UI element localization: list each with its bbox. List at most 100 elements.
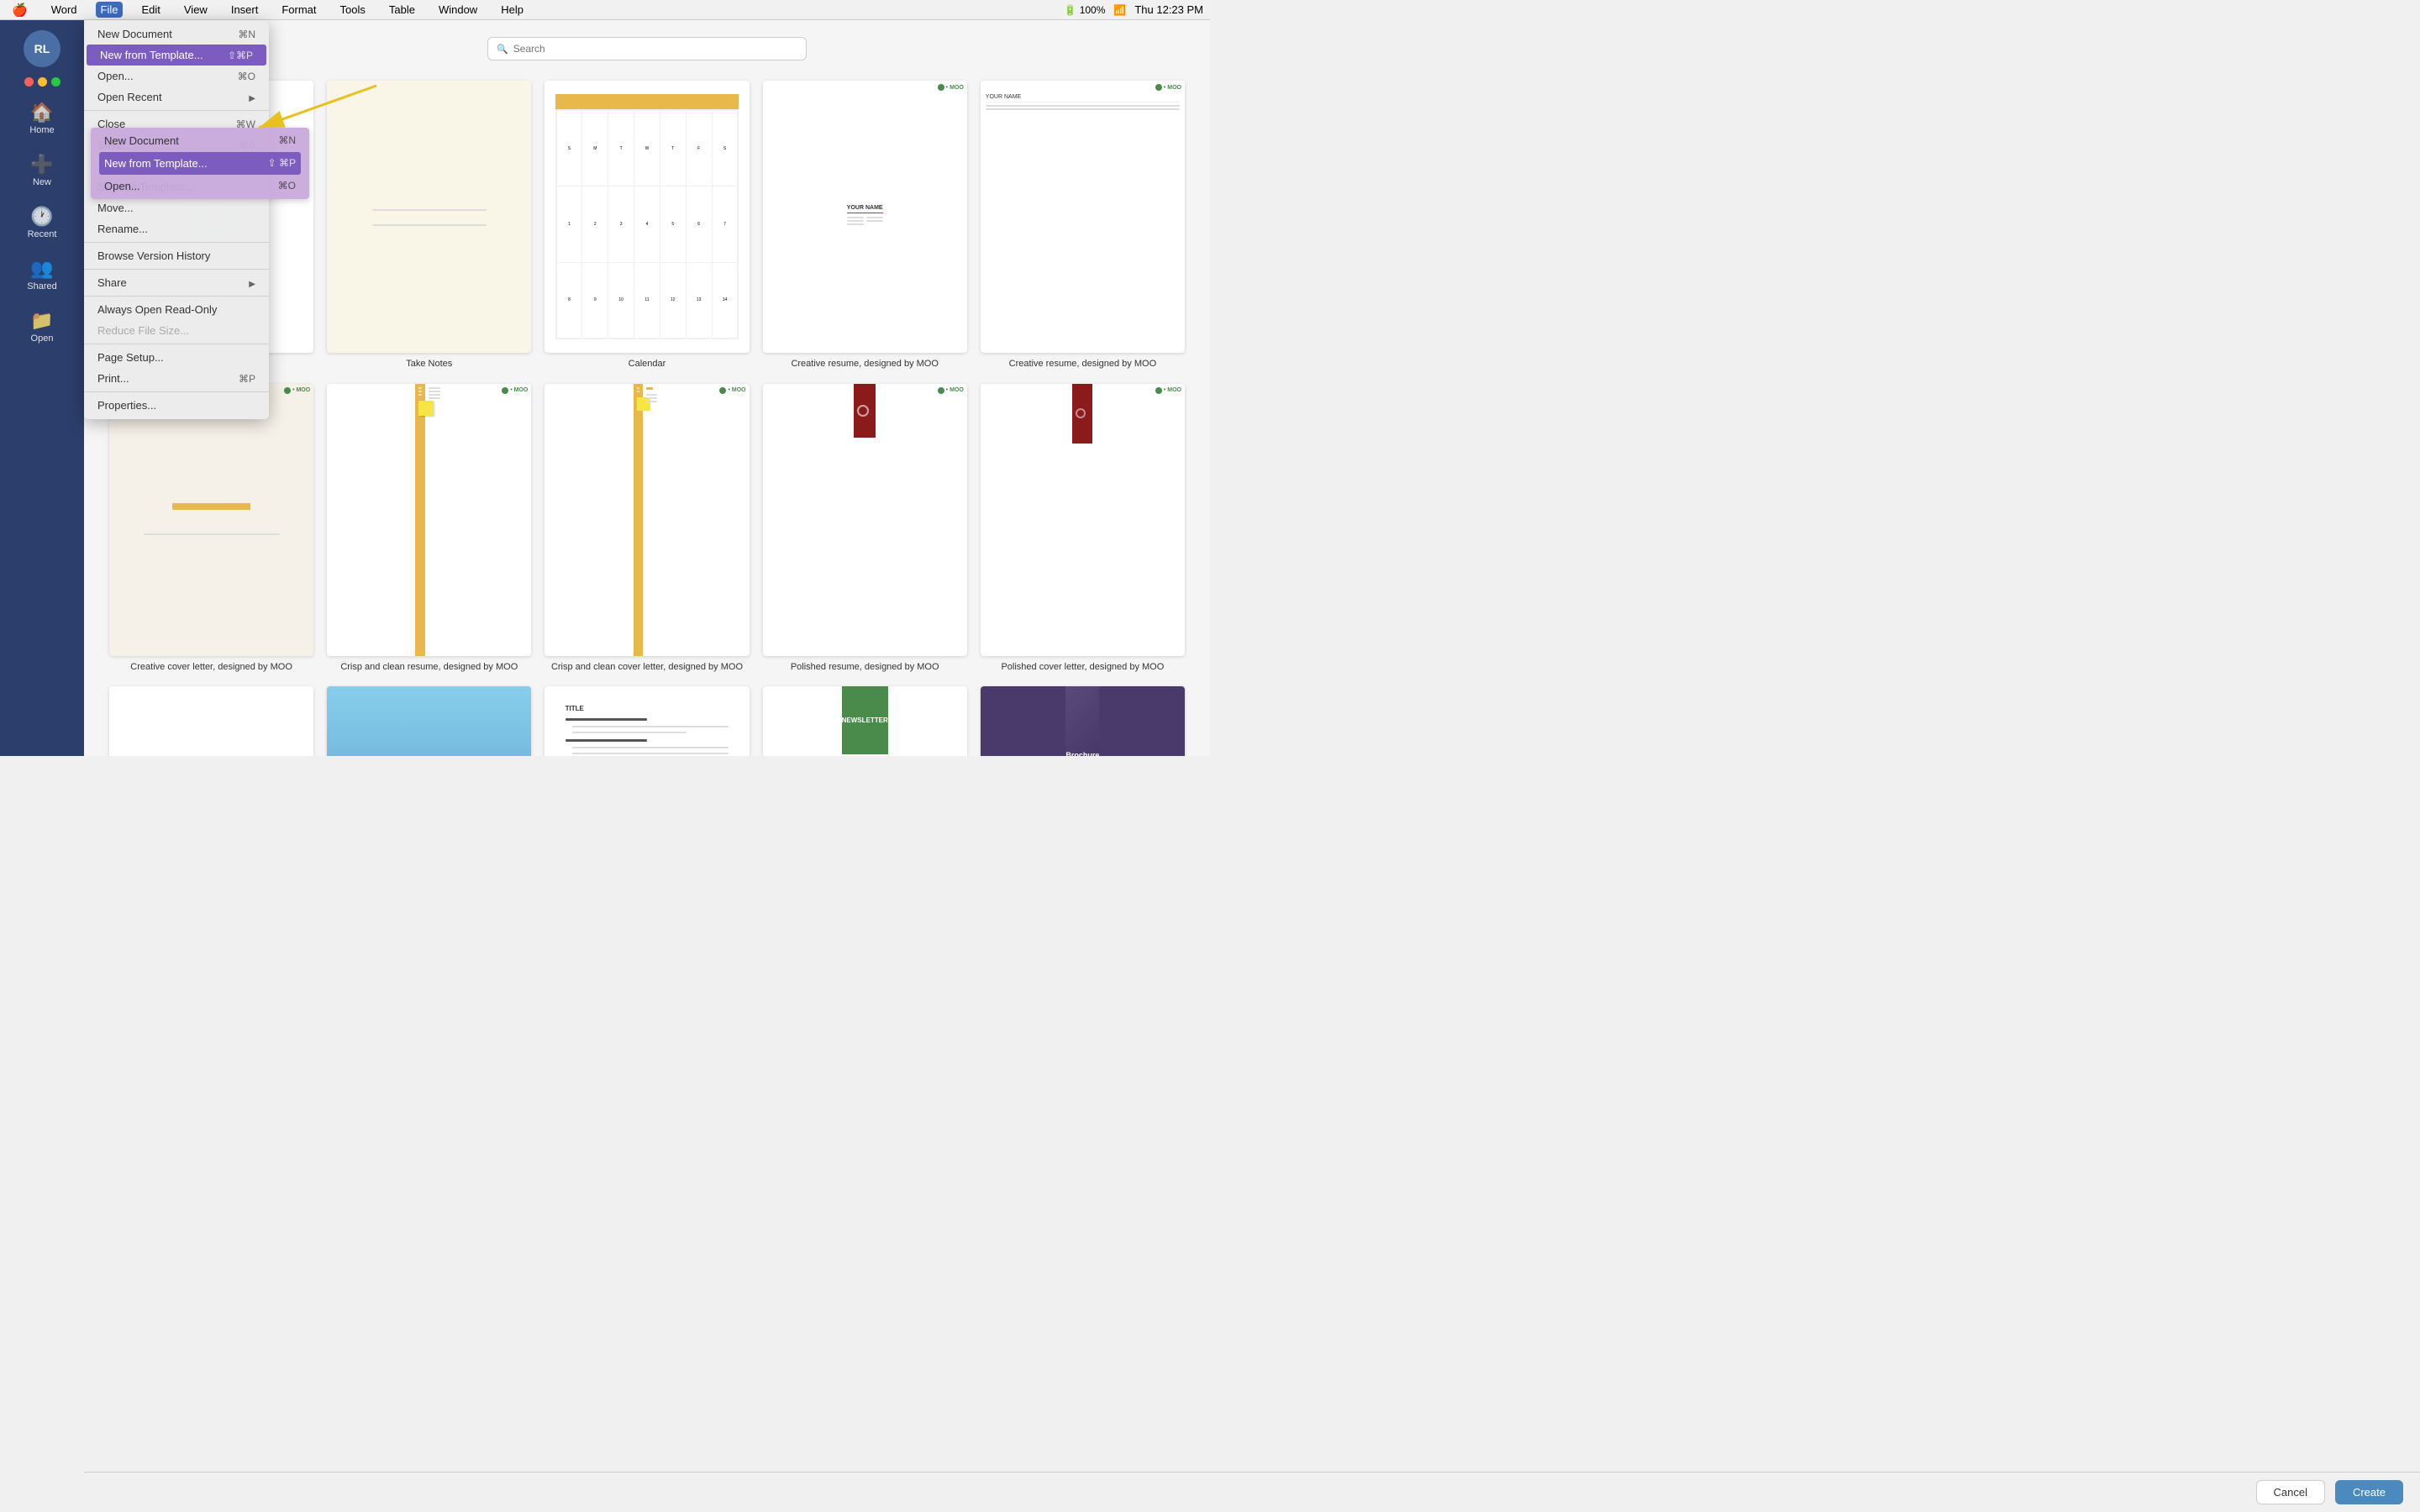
template-name-polished-cover: Polished cover letter, designed by MOO [1001,661,1164,673]
search-bar-container: 🔍 [109,37,1185,60]
cal-cell-1: S [557,111,582,186]
cal-cell-15: 8 [557,263,582,338]
template-misc-1[interactable]: • MOO YOUR NAME Creative resume, designe… [981,81,1185,370]
clock: Thu 12:23 PM [1134,3,1203,16]
cal-cell-9: 2 [582,186,608,261]
crisp-right-col [425,384,444,656]
moo-dot [938,84,944,91]
cal-cell-8: 1 [557,186,582,261]
callout-new-template-item[interactable]: New from Template... ⇧ ⌘P [99,152,301,175]
m-line-1 [986,105,1180,107]
maximize-button[interactable] [51,77,60,87]
cal-cell-11: 4 [634,186,660,261]
wifi-icon: 📶 [1113,4,1126,16]
menu-new-template[interactable]: New from Template... ⇧⌘P [87,45,266,66]
template-name-misc-1: Creative resume, designed by MOO [1009,358,1156,370]
menubar-word[interactable]: Word [46,2,82,18]
moo-text: • MOO [946,85,964,91]
r-line-5 [866,220,883,222]
template-outline[interactable]: TITLE Create an Outline [544,686,749,756]
template-newsletter[interactable]: NEWSLETTER [763,686,967,756]
menubar-view[interactable]: View [179,2,213,18]
sidebar-item-shared[interactable]: 👥 Shared [0,251,84,300]
menubar-file[interactable]: File [96,2,124,18]
sidebar-label-recent: Recent [28,229,57,239]
minimize-button[interactable] [38,77,47,87]
brochure-title-block: Brochure Title [1065,751,1099,756]
menubar-help[interactable]: Help [496,2,529,18]
journal-inner: Title Heading 1 [327,686,531,756]
moo-text-ccl: • MOO [728,387,745,393]
menu-rename[interactable]: Rename... [84,218,269,239]
menubar-window[interactable]: Window [434,2,482,18]
outline-item-4 [572,753,729,754]
sidebar-item-open[interactable]: 📁 Open [0,303,84,352]
avatar[interactable]: RL [24,30,60,67]
moo-badge-ccl: • MOO [719,387,745,394]
menu-move[interactable]: Move... [84,197,269,218]
menu-new-document[interactable]: New Document ⌘N [84,24,269,45]
menu-open-recent[interactable]: Open Recent [84,87,269,108]
moo-dot-5 [1155,84,1162,91]
template-polished-cover[interactable]: • MOO Polished cover l [981,384,1185,674]
template-thumb-polished-cover: • MOO [981,384,1185,656]
menu-page-setup[interactable]: Page Setup... [84,347,269,368]
resume-right-col [866,217,883,227]
sidebar-item-new[interactable]: ➕ New [0,147,84,196]
template-thumb-list: Make a list... [109,686,313,756]
menubar-tools[interactable]: Tools [335,2,371,18]
menu-share[interactable]: Share [84,272,269,293]
template-thumb-misc-1: • MOO YOUR NAME [981,81,1185,353]
shared-icon: 👥 [30,260,53,278]
resume-left-col [847,217,864,227]
menu-move-label: Move... [97,202,134,214]
brochure-top-section: Brochure Title [1065,686,1099,756]
close-button[interactable] [24,77,34,87]
brochure-title-text: Brochure [1065,751,1099,756]
template-crisp-resume[interactable]: • MOO [327,384,531,674]
menu-bar: 🍎 Word File Edit View Insert Format Tool… [0,0,1210,20]
menubar-table[interactable]: Table [384,2,420,18]
template-creative-resume[interactable]: • MOO YOUR NAME [763,81,967,370]
create-button[interactable]: Create [2335,1480,2403,1504]
menu-open-recent-arrow [249,92,255,103]
template-calendar[interactable]: JANYEAR S M T W T F S 1 2 3 [544,81,749,370]
cancel-button[interactable]: Cancel [2256,1480,2325,1504]
cal-body: S M T W T F S 1 2 3 4 5 6 [555,109,739,339]
template-journal[interactable]: Title Heading 1 Write a Journal [327,686,531,756]
template-thumb-creative-cover: • MOO [109,384,313,656]
template-creative-cover[interactable]: • MOO Creative cover letter, designed by… [109,384,313,674]
r-line-1 [847,217,864,218]
cal-cell-12: 5 [660,186,686,261]
template-brochure[interactable]: Brochure Title Subtitle Brochure [981,686,1185,756]
sidebar-item-home[interactable]: 🏠 Home [0,95,84,144]
outline-header-bar-1 [566,718,647,721]
template-list[interactable]: Make a list... [109,686,313,756]
menu-properties-label: Properties... [97,399,156,412]
moo-text-5: • MOO [1164,85,1181,91]
sidebar-item-recent[interactable]: 🕐 Recent [0,199,84,248]
ccl-line-2 [646,397,657,399]
menu-always-read-only[interactable]: Always Open Read-Only [84,299,269,320]
menubar-format[interactable]: Format [276,2,321,18]
new-icon: ➕ [30,155,53,174]
menubar-insert[interactable]: Insert [226,2,264,18]
search-input[interactable] [513,43,797,55]
moo-badge-pc: • MOO [1155,387,1181,394]
menubar-edit[interactable]: Edit [136,2,165,18]
template-crisp-cover[interactable]: • MOO [544,384,749,674]
menu-print[interactable]: Print... ⌘P [84,368,269,389]
menu-properties[interactable]: Properties... [84,395,269,416]
template-notes[interactable]: Take Notes [327,81,531,370]
apple-menu[interactable]: 🍎 [7,1,33,19]
pc-body [1079,444,1086,656]
crisp-cover-layout [634,384,660,656]
menu-open-shortcut: ⌘O [238,71,255,82]
ccl-accent-line [646,387,653,390]
menu-new-template-label: New from Template... [100,49,203,61]
menu-browse-history[interactable]: Browse Version History [84,245,269,266]
template-polished-resume[interactable]: • MOO [763,384,967,674]
menu-open[interactable]: Open... ⌘O [84,66,269,87]
template-thumb-newsletter: NEWSLETTER [763,686,967,756]
polished-header [854,384,876,438]
